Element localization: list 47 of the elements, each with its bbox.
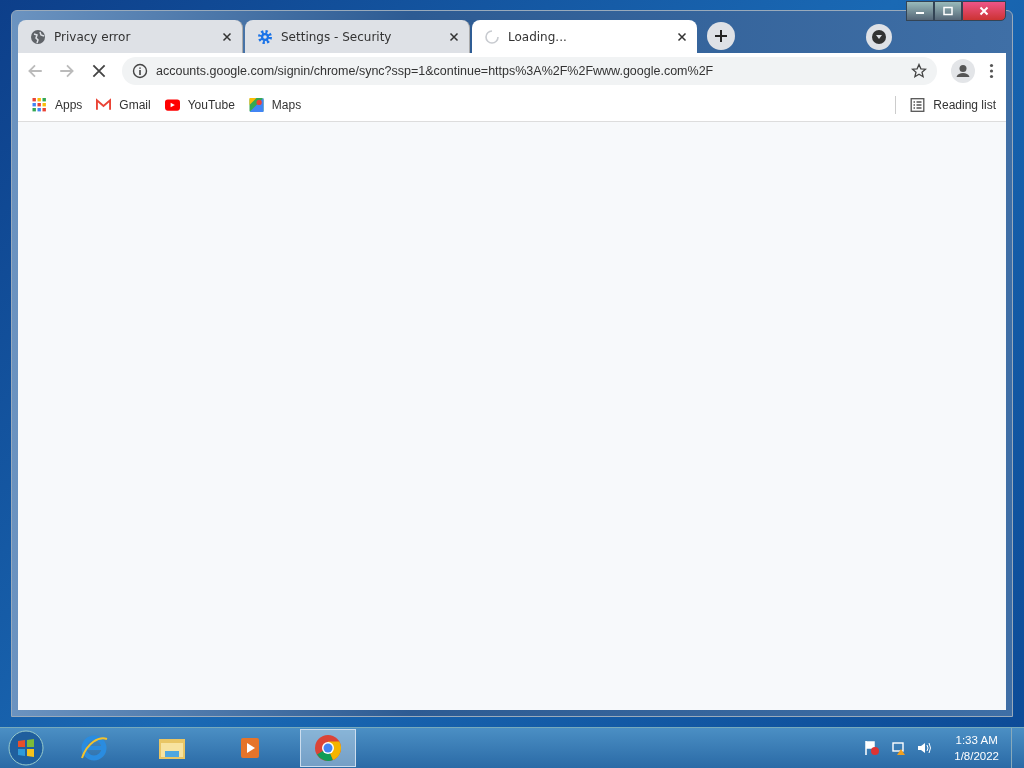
clock[interactable]: 1:33 AM 1/8/2022 — [954, 732, 999, 764]
new-tab-button[interactable] — [707, 22, 735, 50]
plus-icon — [715, 30, 727, 42]
address-bar[interactable]: accounts.google.com/signin/chrome/sync?ssp=1&continue=https%3A%2F%2Fwww.google.com%2F — [122, 57, 937, 85]
bookmark[interactable]: Maps — [248, 98, 302, 112]
settings-icon — [257, 28, 273, 45]
apps-grid-icon — [32, 98, 47, 112]
minimize-button[interactable] — [906, 1, 934, 21]
chrome-icon — [313, 733, 343, 763]
tab-title: Privacy error — [54, 29, 132, 44]
close-icon[interactable] — [222, 31, 232, 42]
browser-tab[interactable]: Loading... — [472, 20, 697, 53]
tab-title: Loading... — [508, 29, 568, 44]
bookmark[interactable]: Apps — [32, 98, 83, 112]
loading-spinner-icon — [484, 28, 500, 45]
tab-title: Settings - Security — [281, 29, 393, 44]
menu-icon[interactable] — [989, 63, 994, 79]
close-icon[interactable] — [449, 31, 459, 42]
bookmark[interactable]: YouTube — [164, 98, 235, 112]
info-icon — [132, 63, 148, 79]
close-icon — [979, 6, 989, 16]
browser-tab[interactable]: Privacy error — [18, 20, 243, 53]
network-warning-icon[interactable] — [890, 740, 907, 756]
map-icon — [248, 98, 264, 112]
profile-icon[interactable] — [951, 59, 975, 83]
mail-icon — [96, 98, 112, 112]
globe-icon — [30, 28, 46, 45]
star-icon[interactable] — [911, 63, 927, 79]
maximize-button[interactable] — [934, 1, 962, 21]
url-text: accounts.google.com/signin/chrome/sync?ssp=1&continue=https%3A%2F%2Fwww.google.com%2F — [156, 64, 715, 78]
list-icon — [910, 98, 926, 112]
speaker-icon[interactable] — [916, 740, 933, 756]
video-play-icon — [164, 98, 180, 112]
reading-list-button[interactable]: Reading list — [910, 98, 996, 112]
close-icon[interactable] — [677, 31, 687, 42]
bookmark[interactable]: Gmail — [96, 98, 151, 112]
stop-icon[interactable] — [90, 62, 108, 80]
close-button[interactable] — [962, 1, 1006, 21]
tab-search-button[interactable] — [866, 24, 892, 50]
browser-tab[interactable]: Settings - Security — [245, 20, 470, 53]
start-button[interactable] — [8, 730, 44, 766]
browser-e-icon — [79, 733, 109, 763]
taskbar-button[interactable] — [300, 729, 356, 767]
clock-time: 1:33 AM — [955, 733, 998, 748]
maximize-icon — [943, 6, 953, 16]
clock-date: 1/8/2022 — [954, 749, 999, 764]
flag-error-icon[interactable] — [864, 740, 881, 756]
